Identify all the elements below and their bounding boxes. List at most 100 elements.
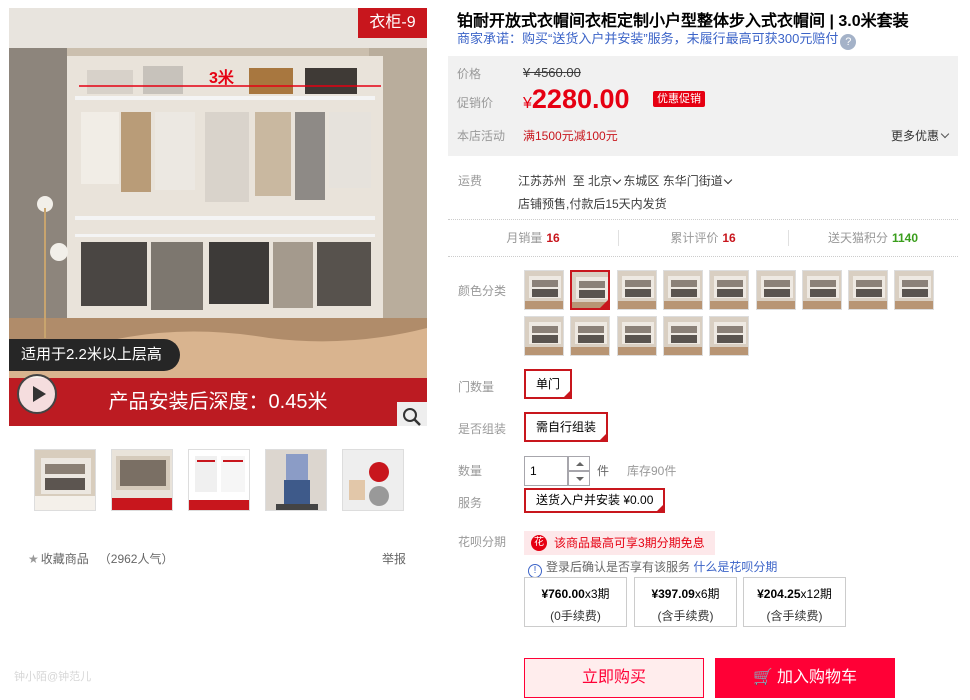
thumbnail-image (112, 450, 172, 510)
play-video-icon[interactable] (17, 374, 57, 414)
thumbnail-5[interactable] (342, 449, 404, 511)
installment-plan-3[interactable]: ¥760.00x3期 (0手续费) (524, 577, 627, 627)
store-activity-label: 本店活动 (457, 129, 506, 143)
thumbnail-4[interactable] (265, 449, 327, 511)
color-swatch[interactable] (570, 270, 610, 310)
add-to-cart-label: 加入购物车 (776, 669, 857, 686)
quantity-input[interactable]: 1 (524, 456, 568, 486)
thumbnail-image (343, 450, 403, 510)
color-swatch[interactable] (570, 316, 610, 356)
promise-text: 商家承诺：购买“送货入户并安装”服务，未履行最高可获300元赔付 (457, 31, 839, 46)
plan-periods: x3期 (584, 587, 610, 601)
color-swatch[interactable] (663, 270, 703, 310)
price-box: 价格 ¥ 4560.00 促销价 ¥2280.00 优惠促销 本店活动 满150… (448, 56, 958, 156)
more-promo-label: 更多优惠 (890, 129, 939, 143)
assembly-option[interactable]: 需自行组装 (524, 412, 609, 442)
plan-amount-value: ¥760.00 (541, 587, 585, 601)
chevron-down-icon (612, 175, 622, 185)
color-swatch[interactable] (709, 316, 749, 356)
color-swatch[interactable] (524, 270, 564, 310)
more-promo-link[interactable]: 更多优惠 (890, 127, 950, 144)
original-price: ¥ 4560.00 (523, 65, 581, 80)
door-count-label: 门数量 (458, 380, 495, 394)
swatch-image (895, 271, 933, 309)
ship-city-select[interactable]: 北京 (588, 174, 622, 188)
installment-plan-12[interactable]: ¥204.25x12期 (含手续费) (743, 577, 846, 627)
color-swatch[interactable] (709, 270, 749, 310)
installment-login-hint: ! 登录后确认是否享有该服务 什么是花呗分期 (528, 558, 777, 578)
stat-label: 送天猫积分 (827, 231, 888, 245)
thumbnail-1[interactable] (34, 449, 96, 511)
promo-price: ¥2280.00 (523, 84, 630, 115)
info-icon: ! (528, 564, 542, 578)
zoom-search-icon[interactable] (397, 402, 427, 426)
installment-plan-6[interactable]: ¥397.09x6期 (含手续费) (634, 577, 737, 627)
swatch-image (618, 271, 656, 309)
ship-from: 江苏苏州 (518, 174, 567, 188)
color-swatch[interactable] (663, 316, 703, 356)
stat-reviews[interactable]: 累计评价 16 (618, 220, 788, 256)
quantity-increase-button[interactable] (568, 456, 590, 471)
stat-points: 送天猫积分 1140 (788, 220, 958, 256)
shipping-route: 江苏苏州 至 北京 东城区 东华门街道 (518, 172, 732, 189)
color-swatch[interactable] (848, 270, 888, 310)
what-is-huabei-link[interactable]: 什么是花呗分期 (693, 560, 777, 574)
favorite-count: （2962人气） (98, 552, 174, 566)
stat-label: 月销量 (506, 231, 543, 245)
color-swatch[interactable] (617, 316, 657, 356)
shipping-label: 运费 (458, 174, 483, 188)
dimension-label: 3米 (209, 70, 234, 87)
installment-label: 花呗分期 (458, 535, 507, 549)
cart-icon: 🛒 (753, 669, 773, 686)
promo-price-value: 2280.00 (531, 84, 630, 114)
stat-monthly-sales: 月销量 16 (448, 220, 618, 256)
depth-caption: 产品安装后深度：0.45米 (9, 378, 427, 426)
thumbnail-3[interactable] (188, 449, 250, 511)
swatch-image (618, 317, 656, 355)
login-hint-text: 登录后确认是否享有该服务 (546, 560, 691, 574)
main-product-image[interactable]: 衣柜-9 3米 适用于2.2米以上层高 产品安装后深度：0.45米 (9, 8, 427, 426)
star-icon: ★ (28, 552, 39, 566)
thumbnail-image (189, 450, 249, 510)
swatch-image (525, 317, 563, 355)
promo-tag: 优惠促销 (653, 91, 705, 107)
quantity-decrease-button[interactable] (568, 471, 590, 486)
plan-amount: ¥204.25x12期 (744, 585, 845, 602)
service-option[interactable]: 送货入户并安装 ¥0.00 (524, 488, 666, 513)
swatch-image (664, 271, 702, 309)
favorite-item[interactable]: ★ 收藏商品 （2962人气） (28, 550, 173, 567)
buy-now-button[interactable]: 立即购买 (524, 658, 704, 698)
quantity-unit: 件 (597, 464, 610, 478)
service-label: 服务 (458, 496, 483, 510)
corner-badge: 衣柜-9 (358, 8, 427, 38)
plan-periods: x12期 (800, 587, 832, 601)
report-link[interactable]: 举报 (382, 550, 406, 567)
magnifier-icon (403, 408, 421, 426)
plan-fee: (含手续费) (766, 609, 823, 623)
door-option-single[interactable]: 单门 (524, 369, 573, 399)
stat-value: 16 (546, 231, 560, 245)
help-icon[interactable]: ? (840, 34, 857, 50)
thumbnail-2[interactable] (111, 449, 173, 511)
swatch-image (757, 271, 795, 309)
color-swatch[interactable] (802, 270, 842, 310)
swatch-image (710, 317, 748, 355)
suitable-height-tag: 适用于2.2米以上层高 (9, 339, 180, 371)
plan-amount-value: ¥204.25 (757, 587, 801, 601)
add-to-cart-button[interactable]: 🛒 加入购物车 (715, 658, 895, 698)
favorite-label: 收藏商品 (40, 552, 89, 566)
swatch-image (525, 271, 563, 309)
chevron-down-icon (723, 175, 732, 185)
ship-district: 东城区 东华门街道 (623, 174, 723, 188)
stat-label: 累计评价 (670, 231, 719, 245)
color-swatch[interactable] (617, 270, 657, 310)
assembly-label: 是否组装 (458, 422, 507, 436)
installment-banner-text: 该商品最高可享3期分期免息 (554, 536, 705, 550)
stat-value: 1140 (891, 231, 919, 245)
color-swatch[interactable] (524, 316, 564, 356)
color-swatch[interactable] (756, 270, 796, 310)
original-price-label: 价格 (457, 67, 482, 81)
color-swatch[interactable] (894, 270, 934, 310)
ship-district-select[interactable]: 东城区 东华门街道 (623, 174, 732, 188)
thumbnail-image (266, 450, 326, 510)
